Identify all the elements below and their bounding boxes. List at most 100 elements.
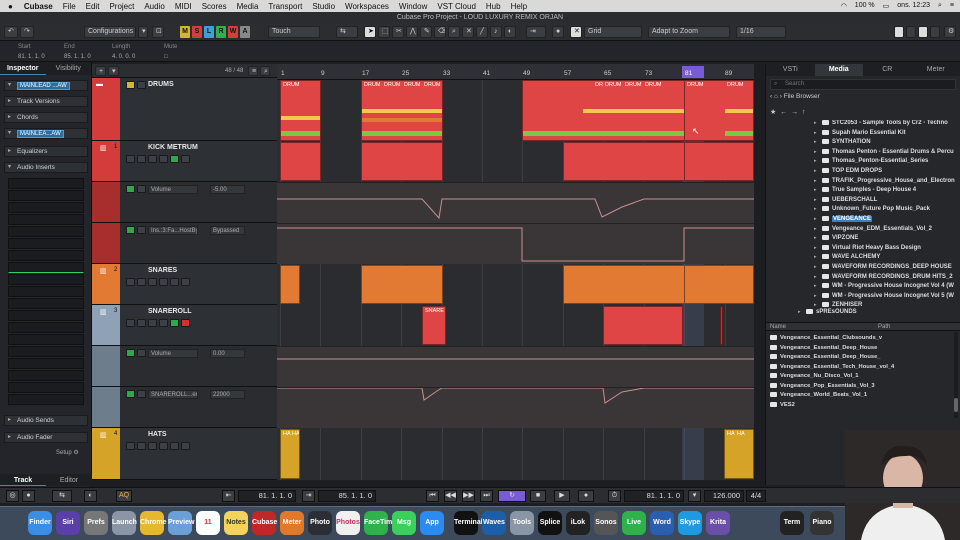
track-name[interactable]: SNAREROLL	[148, 308, 192, 315]
inspector-track-header[interactable]: ▾ MAINLEAD ...AW	[4, 80, 88, 91]
mute-button[interactable]	[126, 319, 135, 327]
cycle-button[interactable]: ↻	[498, 490, 526, 502]
record-button[interactable]	[148, 155, 157, 163]
tab-meter[interactable]: Meter	[912, 64, 960, 76]
aq-button[interactable]: AQ	[116, 490, 132, 502]
automation-lane-volume[interactable]: Volume 0.00	[92, 346, 277, 387]
go-to-end-icon[interactable]: ⏭	[480, 490, 493, 502]
automation-lane-cutoff[interactable]: SNAREROLL...erCutoff 22000	[92, 387, 277, 428]
monitor-button[interactable]	[159, 155, 168, 163]
erase-tool-icon[interactable]: ⌫	[434, 26, 446, 38]
solo-button[interactable]	[137, 81, 146, 89]
dock-notes[interactable]: Notes	[224, 511, 248, 535]
auto-scroll-icon[interactable]: ⇥	[526, 26, 546, 38]
automation-lane-bypass[interactable]: Ins.:3:Fa...HostBypass Bypassed	[92, 223, 277, 264]
automation-lane-volume[interactable]: Volume -5.00	[92, 182, 277, 223]
write-automation-button[interactable]	[181, 278, 190, 286]
insert-slot[interactable]	[8, 238, 84, 249]
folder-item[interactable]: ▸ SYNTHATION	[814, 139, 871, 149]
info-length-value[interactable]: 4. 0. 0. 0	[112, 54, 135, 60]
menu-media[interactable]: Media	[232, 2, 264, 11]
dock-terminal[interactable]: Terminal	[454, 511, 483, 535]
dock-terminal-2[interactable]: Term	[780, 511, 804, 535]
left-locator-display[interactable]: 81. 1. 1. 0	[238, 490, 296, 502]
menu-workspaces[interactable]: Workspaces	[340, 2, 394, 11]
info-end[interactable]: End 85. 1. 1. 0	[64, 44, 91, 60]
info-mute-value[interactable]: □	[164, 54, 177, 60]
track-hats[interactable]: ▥ 4 HATS	[92, 428, 277, 480]
menu-project[interactable]: Project	[104, 2, 139, 11]
folder-item[interactable]: ▸ TOP EDM DROPS	[814, 168, 882, 178]
insert-slot[interactable]	[8, 334, 84, 345]
dock-ilok[interactable]: iLok	[566, 511, 590, 535]
midi-part[interactable]	[361, 265, 443, 304]
play-button[interactable]: ▶	[554, 490, 570, 502]
record-button[interactable]	[148, 442, 157, 450]
battery-icon[interactable]: ▭	[883, 2, 890, 10]
tab-editor[interactable]: Editor	[46, 474, 92, 486]
inspector-audio-fader[interactable]: ▸ Audio Fader	[4, 432, 88, 443]
layout-right-icon[interactable]	[918, 26, 928, 38]
read-mode-button[interactable]: R	[216, 26, 226, 38]
inspector-chords[interactable]: ▸ Chords	[4, 112, 88, 123]
result-item[interactable]: Vengeance_Pop_Essentials_Vol_3	[770, 382, 875, 389]
automation-curve-area[interactable]	[277, 387, 754, 428]
right-locator-icon[interactable]: ⇥	[302, 490, 315, 502]
tab-inspector[interactable]: Inspector	[0, 62, 46, 75]
listen-mode-button[interactable]: L	[204, 26, 214, 38]
folder-item[interactable]: ▸ WM - Progressive House Incognet Vol 4 (…	[814, 283, 954, 293]
dock-finder[interactable]: Finder	[28, 511, 52, 535]
go-to-start-icon[interactable]: ⏮	[426, 490, 439, 502]
forward-icon[interactable]: ▶▶	[462, 490, 475, 502]
track-menu-icon[interactable]: ▾	[108, 66, 119, 76]
insert-slot[interactable]	[8, 322, 84, 333]
write-automation-button[interactable]	[137, 390, 146, 398]
config-arrow-icon[interactable]: ▾	[138, 26, 148, 38]
tab-media[interactable]: Media	[814, 64, 863, 76]
line-tool-icon[interactable]: ╱	[476, 26, 488, 38]
automation-value[interactable]: 0.00	[210, 349, 245, 358]
track-name[interactable]: SNARES	[148, 267, 177, 274]
lock-icon[interactable]: ⊡	[152, 26, 164, 38]
folder-item[interactable]: ▸ sPREsOUNDS	[798, 309, 857, 319]
track-kick-metrum[interactable]: ▥ 1 KICK METRUM	[92, 141, 277, 182]
nav-up-icon[interactable]: ↑	[802, 109, 806, 116]
track-snares[interactable]: ▥ 2 SNARES	[92, 264, 277, 305]
inspector-track-header-2[interactable]: ▾ MAINLEA...AW	[4, 128, 88, 139]
folder-item[interactable]: ▸ Thomas Penton - Essential Drums & Percu	[814, 148, 954, 159]
insert-slot[interactable]	[8, 202, 84, 213]
read-automation-button[interactable]	[170, 155, 179, 163]
automation-curve-area[interactable]	[277, 346, 754, 387]
color-tool-icon[interactable]: ◐	[504, 26, 516, 38]
menu-studio[interactable]: Studio	[307, 2, 340, 11]
track-snareroll[interactable]: ▥ 3 SNAREROLL	[92, 305, 277, 346]
configurations-dropdown[interactable]: Configurations	[84, 26, 136, 38]
folder-item[interactable]: ▸ STC2053 - Sample Tools by Cr2 - Techno	[814, 120, 948, 130]
folder-item[interactable]: ▸ VIPZONE	[814, 235, 858, 245]
dock-meter[interactable]: Meter	[280, 511, 304, 535]
snap-on-icon[interactable]: ✕	[570, 26, 582, 38]
write-automation-button[interactable]	[137, 185, 146, 193]
solo-button[interactable]	[137, 442, 146, 450]
menu-midi[interactable]: MIDI	[170, 2, 197, 11]
tab-cr[interactable]: CR	[863, 64, 912, 76]
midi-part[interactable]	[563, 142, 685, 181]
write-mode-button[interactable]: W	[228, 26, 238, 38]
folder-item[interactable]: ▸ Supah Mario Essential Kit	[814, 129, 906, 140]
mute-button[interactable]	[126, 278, 135, 286]
write-automation-button[interactable]	[137, 226, 146, 234]
mute-mode-button[interactable]: M	[180, 26, 190, 38]
dock-launchpad[interactable]: Launch	[112, 511, 137, 535]
mute-button[interactable]	[126, 155, 135, 163]
read-automation-button[interactable]	[126, 226, 135, 234]
result-item[interactable]: Vengeance_World_Beats_Vol_1	[770, 392, 867, 398]
midi-part[interactable]	[280, 265, 300, 304]
insert-slot[interactable]	[8, 190, 84, 201]
punch-icon[interactable]: ◐	[84, 490, 97, 502]
folder-item[interactable]: ▸ Virtual Riot Heavy Bass Design	[814, 244, 921, 255]
menu-window[interactable]: Window	[394, 2, 432, 11]
wifi-icon[interactable]: ◠	[841, 2, 847, 10]
folder-item[interactable]: ▸ WAVEFORM RECORDINGS_DRUM HITS_2	[814, 273, 953, 284]
automation-parameter[interactable]: Volume	[148, 185, 198, 194]
insert-slot[interactable]	[8, 178, 84, 189]
